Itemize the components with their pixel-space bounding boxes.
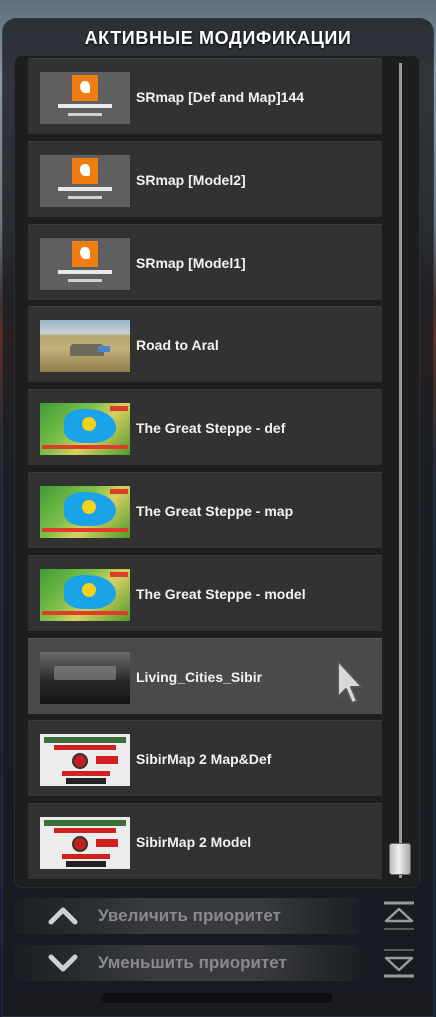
- mod-item-label: The Great Steppe - def: [136, 420, 286, 436]
- mod-item-label: SRmap [Model1]: [136, 255, 246, 271]
- mod-item-great-steppe-model[interactable]: The Great Steppe - model: [28, 555, 382, 631]
- scrollbar-thumb[interactable]: [389, 843, 411, 875]
- aral-landscape-thumbnail: [40, 320, 130, 372]
- mod-item-sibirmap-map-def[interactable]: SibirMap 2 Map&Def: [28, 720, 382, 796]
- mod-item-great-steppe-def[interactable]: The Great Steppe - def: [28, 389, 382, 465]
- srmap-logo-thumbnail: [40, 72, 130, 124]
- sibirmap-poster-thumbnail: [40, 817, 130, 869]
- mod-item-road-to-aral[interactable]: Road to Aral: [28, 306, 382, 382]
- mod-item-srmap-model2[interactable]: SRmap [Model2]: [28, 141, 382, 217]
- mod-item-living-cities-sibir[interactable]: Living_Cities_Sibir: [28, 638, 382, 714]
- mod-item-label: SibirMap 2 Map&Def: [136, 751, 272, 767]
- bottom-handle: [102, 993, 332, 1003]
- move-to-bottom-icon[interactable]: [381, 946, 417, 980]
- mod-item-label: SRmap [Model2]: [136, 172, 246, 188]
- mod-item-label: The Great Steppe - map: [136, 503, 294, 519]
- euro-truck-logo-thumbnail: [40, 652, 130, 704]
- panel-title: АКТИВНЫЕ МОДИФИКАЦИИ: [84, 28, 352, 48]
- mod-item-label: SRmap [Def and Map]144: [136, 89, 305, 105]
- srmap-logo-thumbnail: [40, 238, 130, 290]
- mod-item-label: SibirMap 2 Model: [136, 834, 252, 850]
- move-to-top-icon[interactable]: [381, 899, 417, 933]
- kazakhstan-flag-thumbnail: [40, 486, 130, 538]
- decrease-priority-label: Уменьшить приоритет: [98, 953, 287, 972]
- decrease-priority-button[interactable]: Уменьшить приоритет: [14, 945, 360, 981]
- srmap-logo-thumbnail: [40, 155, 130, 207]
- mod-item-label: Road to Aral: [136, 337, 219, 353]
- mod-item-srmap-model1[interactable]: SRmap [Model1]: [28, 224, 382, 300]
- chevron-down-icon: [48, 954, 78, 972]
- chevron-up-icon: [48, 907, 78, 925]
- mouse-cursor-icon: [337, 660, 363, 704]
- sibirmap-poster-thumbnail: [40, 734, 130, 786]
- kazakhstan-flag-thumbnail: [40, 403, 130, 455]
- mod-item-label: Living_Cities_Sibir: [136, 669, 263, 685]
- mod-item-great-steppe-map[interactable]: The Great Steppe - map: [28, 472, 382, 548]
- mod-item-sibirmap-model[interactable]: SibirMap 2 Model: [28, 803, 382, 879]
- scrollbar-track[interactable]: [399, 63, 402, 878]
- mod-item-label: The Great Steppe - model: [136, 586, 306, 602]
- increase-priority-label: Увеличить приоритет: [98, 906, 281, 925]
- mod-item-srmap-def-map[interactable]: SRmap [Def and Map]144: [28, 58, 382, 134]
- increase-priority-button[interactable]: Увеличить приоритет: [14, 898, 360, 934]
- kazakhstan-flag-thumbnail: [40, 569, 130, 621]
